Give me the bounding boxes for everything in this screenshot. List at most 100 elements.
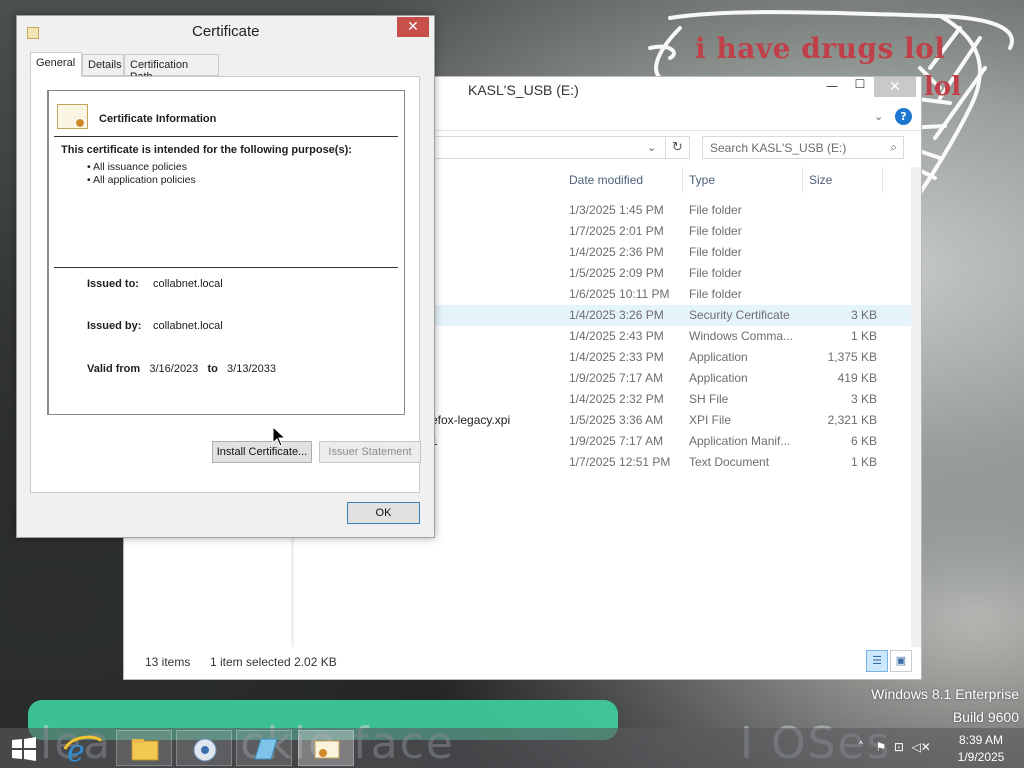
file-type: File folder — [689, 287, 742, 301]
certificate-info-box: Certificate Information This certificate… — [47, 90, 405, 415]
divider — [54, 136, 398, 137]
close-icon[interactable]: ✕ — [397, 17, 429, 37]
internet-explorer-icon[interactable]: e — [56, 730, 112, 768]
file-date: 1/4/2025 2:36 PM — [569, 245, 664, 259]
system-tray: ˄ ⚑ ⊡ ◁✕ — [858, 740, 931, 754]
refresh-icon[interactable]: ↻ — [666, 136, 690, 159]
purpose-title: This certificate is intended for the fol… — [61, 144, 352, 156]
file-type: Text Document — [689, 455, 770, 469]
file-size: 419 KB — [837, 371, 877, 385]
file-type: SH File — [689, 392, 729, 406]
certificate-info-title: Certificate Information — [99, 113, 217, 125]
file-size: 3 KB — [850, 308, 877, 322]
media-player-icon[interactable] — [176, 730, 232, 766]
search-icon[interactable]: ⌕ — [890, 140, 897, 155]
column-header-size[interactable]: Size — [809, 173, 832, 187]
file-type: File folder — [689, 266, 742, 280]
file-type: Windows Comma... — [689, 329, 794, 343]
file-date: 1/3/2025 1:45 PM — [569, 203, 664, 217]
selection-info: 1 item selected 2.02 KB — [210, 655, 337, 669]
validity-row: Valid from 3/16/2023 to 3/13/2033 — [87, 363, 276, 375]
general-tab-panel: Certificate Information This certificate… — [30, 76, 421, 493]
file-date: 1/7/2025 12:51 PM — [569, 455, 671, 469]
file-name: efox-legacy.xpi — [431, 413, 511, 427]
purpose-item: • All application policies — [87, 174, 196, 186]
tab-certification-path[interactable]: Certification Path — [124, 54, 219, 83]
file-type: File folder — [689, 203, 742, 217]
issued-to-label: Issued to: — [87, 278, 139, 290]
status-bar: 13 items 1 item selected 2.02 KB ☰ ▣ — [124, 647, 921, 679]
file-date: 1/5/2025 2:09 PM — [569, 266, 664, 280]
file-size: 1 KB — [850, 329, 877, 343]
issuer-statement-button: Issuer Statement — [319, 441, 421, 463]
file-size: 6 KB — [850, 434, 877, 448]
seal-icon — [75, 118, 85, 128]
maximize-icon[interactable]: ☐ — [846, 77, 874, 99]
file-date: 1/9/2025 7:17 AM — [569, 371, 664, 385]
os-build: Build 9600 — [952, 709, 1019, 725]
help-icon[interactable]: ? — [895, 108, 912, 125]
file-date: 1/9/2025 7:17 AM — [569, 434, 664, 448]
minimize-icon[interactable]: — — [818, 79, 846, 101]
certificate-taskbar-icon[interactable] — [298, 730, 354, 766]
tab-general[interactable]: General — [30, 52, 82, 77]
large-icons-view-icon[interactable]: ▣ — [890, 650, 912, 672]
close-icon[interactable]: ✕ — [874, 77, 916, 97]
dialog-title-bar[interactable]: Certificate ✕ — [17, 16, 434, 48]
file-size: 2,321 KB — [827, 413, 877, 427]
issued-by-label: Issued by: — [87, 320, 142, 332]
windows-logo-icon[interactable] — [10, 736, 38, 762]
tab-details[interactable]: Details — [82, 54, 124, 76]
chevron-down-icon[interactable]: ⌄ — [647, 141, 656, 154]
volume-muted-icon[interactable]: ◁✕ — [912, 740, 931, 754]
file-date: 1/4/2025 2:33 PM — [569, 350, 664, 364]
issued-to-value: collabnet.local — [153, 278, 223, 290]
file-type: Application — [689, 350, 748, 364]
explorer-window-title: KASL'S_USB (E:) — [468, 82, 579, 98]
file-type: Security Certificate — [689, 308, 790, 322]
file-type: File folder — [689, 245, 742, 259]
expand-ribbon-icon[interactable]: ⌄ — [874, 110, 883, 123]
file-type: XPI File — [689, 413, 732, 427]
certificate-dialog[interactable]: Certificate ✕ General Details Certificat… — [16, 15, 435, 538]
purpose-item: • All issuance policies — [87, 161, 187, 173]
column-separator[interactable] — [882, 167, 883, 193]
file-type: Application Manif... — [689, 434, 791, 448]
action-center-flag-icon[interactable]: ⚑ — [875, 740, 886, 754]
divider — [54, 267, 398, 268]
column-header-date[interactable]: Date modified — [569, 173, 643, 187]
file-size: 1 KB — [850, 455, 877, 469]
valid-from-value: 3/16/2023 — [149, 363, 199, 375]
search-input[interactable]: Search KASL'S_USB (E:) ⌕ — [702, 136, 904, 159]
file-type: File folder — [689, 224, 742, 238]
overlay-drawn-text-2: lol — [924, 72, 962, 102]
install-certificate-button[interactable]: Install Certificate... — [212, 441, 312, 463]
clock-date: 1/9/2025 — [957, 750, 1005, 764]
clock-time: 8:39 AM — [958, 733, 1004, 747]
column-separator[interactable] — [802, 167, 803, 193]
valid-to-label: to — [207, 363, 218, 375]
valid-to-value: 3/13/2033 — [227, 363, 276, 375]
ok-button[interactable]: OK — [347, 502, 420, 524]
column-separator[interactable] — [682, 167, 683, 193]
details-view-icon[interactable]: ☰ — [866, 650, 888, 672]
taskbar: e ˄ ⚑ ⊡ ◁✕ 8:39 AM 1/9/2025 — [0, 728, 1024, 768]
network-icon[interactable]: ⊡ — [894, 740, 904, 754]
windows-version-watermark: Windows 8.1 Enterprise Build 9600 — [871, 683, 1019, 729]
column-header-type[interactable]: Type — [689, 173, 715, 187]
file-date: 1/6/2025 10:11 PM — [569, 287, 670, 301]
file-date: 1/7/2025 2:01 PM — [569, 224, 664, 238]
file-date: 1/4/2025 2:32 PM — [569, 392, 664, 406]
certificate-icon — [57, 104, 88, 129]
search-placeholder: Search KASL'S_USB (E:) — [710, 141, 847, 155]
item-count: 13 items — [145, 655, 191, 669]
issued-by-value: collabnet.local — [153, 320, 223, 332]
show-hidden-icons-icon[interactable]: ˄ — [858, 740, 864, 754]
certificate-icon — [27, 27, 39, 39]
valid-from-label: Valid from — [87, 363, 141, 375]
clock[interactable]: 8:39 AM 1/9/2025 — [946, 732, 1016, 766]
file-explorer-icon[interactable] — [116, 730, 172, 766]
application-icon[interactable] — [236, 730, 292, 766]
file-date: 1/4/2025 3:26 PM — [569, 308, 664, 322]
overlay-drawn-text: i have drugs lol — [695, 32, 946, 65]
